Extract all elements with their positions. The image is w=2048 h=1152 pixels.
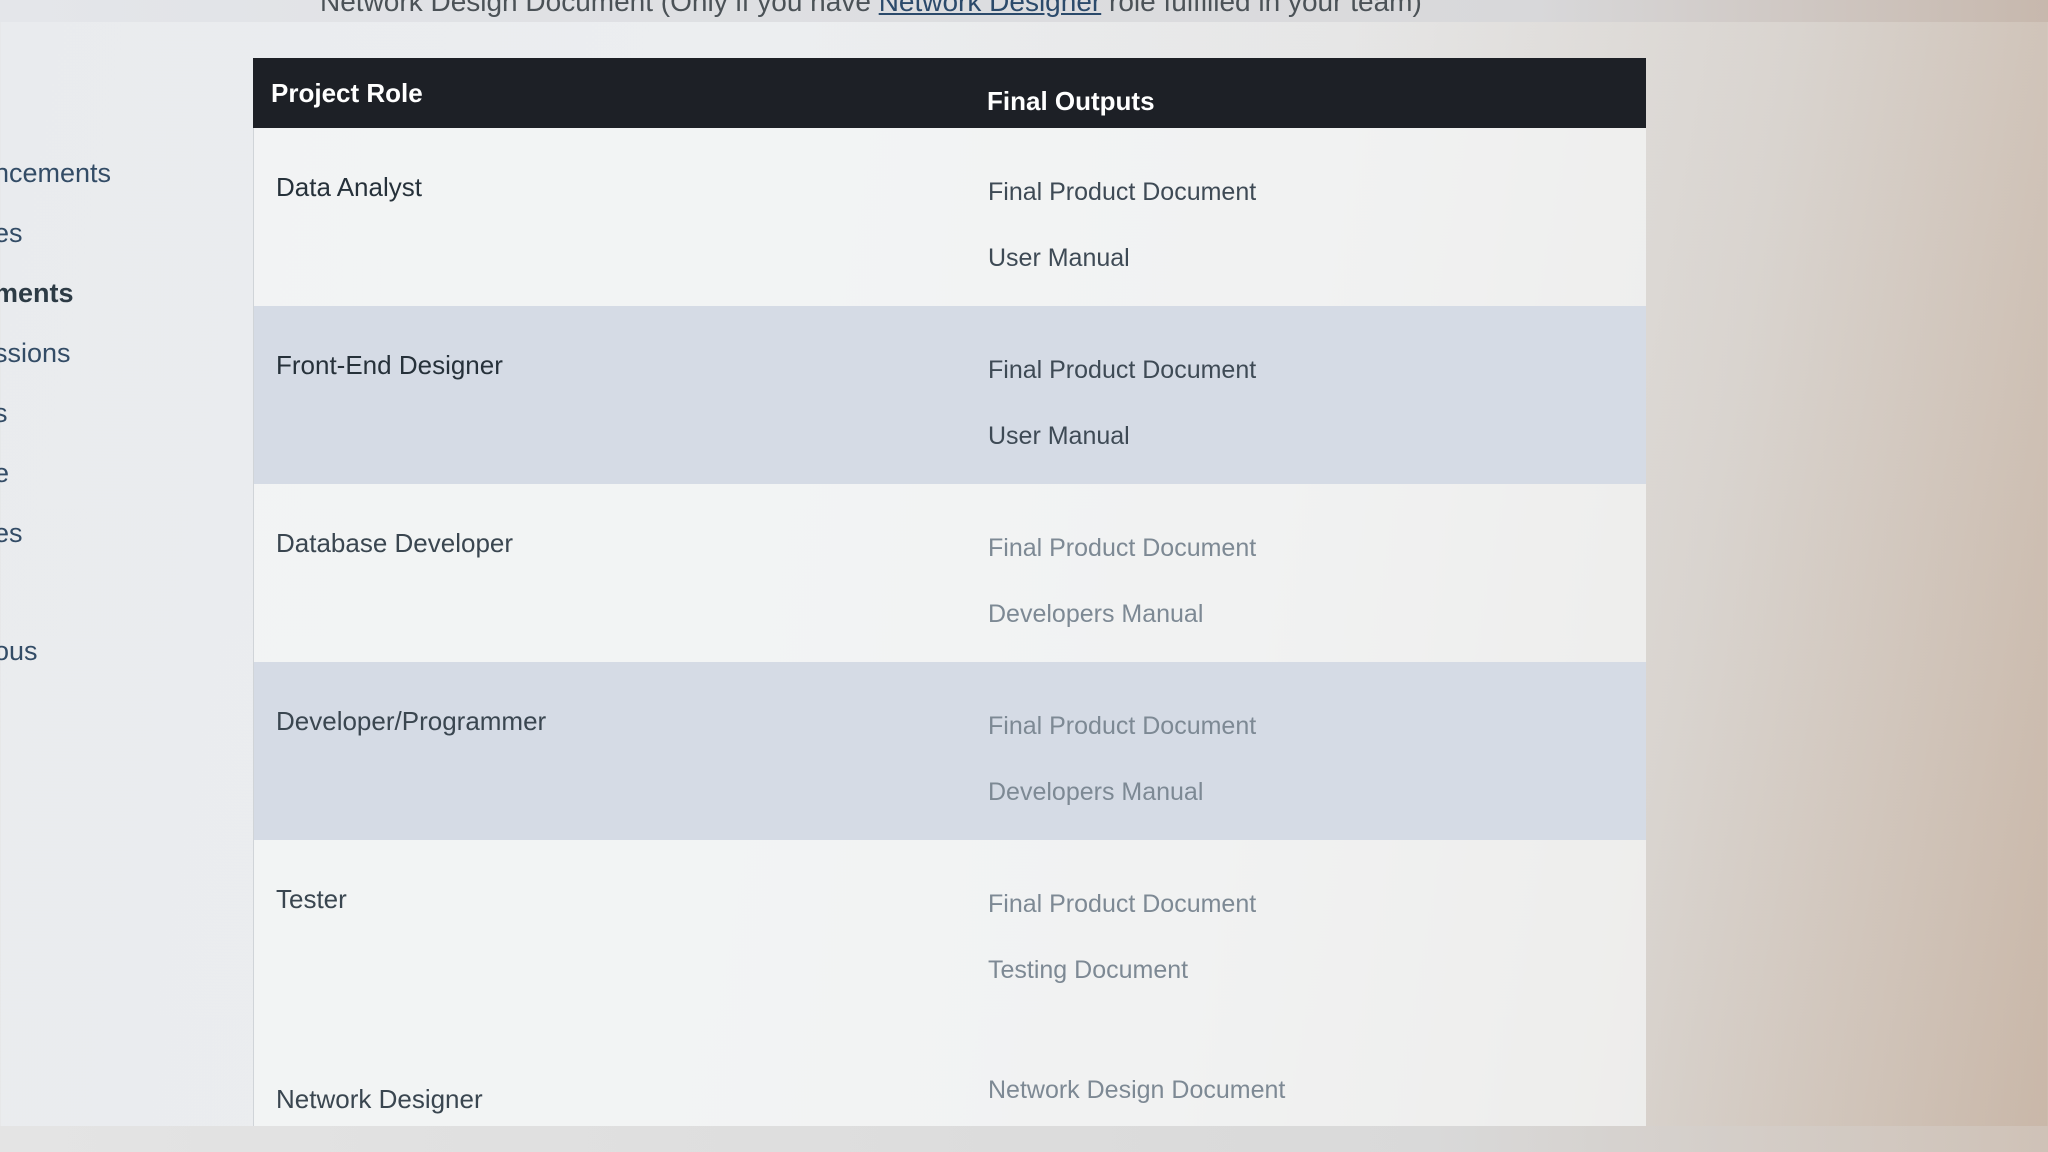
top-instruction-strip: Network Design Document (Only if you hav… xyxy=(0,0,2048,22)
table-row: Front-End Designer Final Product Documen… xyxy=(253,306,1646,484)
table-row: Tester Final Product Document Testing Do… xyxy=(253,840,1646,1018)
row-output: User Manual xyxy=(988,244,1130,272)
nav-item-discussions[interactable]: ssions xyxy=(0,338,71,369)
row-output: Final Product Document xyxy=(988,534,1257,562)
roles-outputs-table: Project Role Final Outputs Data Analyst … xyxy=(253,58,1646,1152)
nav-item-modules[interactable]: es xyxy=(0,218,23,249)
row-output: Developers Manual xyxy=(988,778,1204,806)
header-final-outputs: Final Outputs xyxy=(987,86,1155,116)
row-role: Data Analyst xyxy=(276,172,422,202)
row-output: Developers Manual xyxy=(988,600,1204,628)
instruction-text: Network Design Document (Only if you hav… xyxy=(320,0,1422,18)
row-role: Front-End Designer xyxy=(276,350,503,380)
row-role: Network Designer xyxy=(276,1084,483,1114)
table-row: Database Developer Final Product Documen… xyxy=(253,484,1646,662)
instruction-text-start: Network Design Document (Only if you hav… xyxy=(320,0,879,17)
nav-item-people[interactable]: e xyxy=(0,458,9,489)
header-project-role: Project Role xyxy=(271,78,423,108)
row-role: Tester xyxy=(276,884,347,914)
nav-item-grades[interactable]: s xyxy=(0,398,8,429)
row-output: Testing Document xyxy=(988,956,1189,984)
table-header: Project Role Final Outputs xyxy=(253,58,1646,128)
nav-item-syllabus[interactable]: ous xyxy=(0,636,38,667)
row-output: Final Product Document xyxy=(988,356,1257,384)
row-output: Network Design Document xyxy=(988,1076,1286,1104)
table-row: Developer/Programmer Final Product Docum… xyxy=(253,662,1646,840)
nav-item-assignments[interactable]: ments xyxy=(0,278,74,309)
nav-item-announcements[interactable]: ncements xyxy=(0,158,111,189)
table-row: Data Analyst Final Product Document User… xyxy=(253,128,1646,306)
row-role: Database Developer xyxy=(276,528,514,558)
row-role: Developer/Programmer xyxy=(276,706,547,736)
row-output: User Manual xyxy=(988,422,1130,450)
bottom-edge xyxy=(0,1126,2048,1152)
network-designer-link[interactable]: Network Designer xyxy=(879,0,1102,17)
nav-item-pages[interactable]: es xyxy=(0,518,23,549)
instruction-text-end: role fulfilled in your team) xyxy=(1101,0,1422,17)
row-output: Final Product Document xyxy=(988,178,1257,206)
row-output: Final Product Document xyxy=(988,890,1257,918)
row-output: Final Product Document xyxy=(988,712,1257,740)
